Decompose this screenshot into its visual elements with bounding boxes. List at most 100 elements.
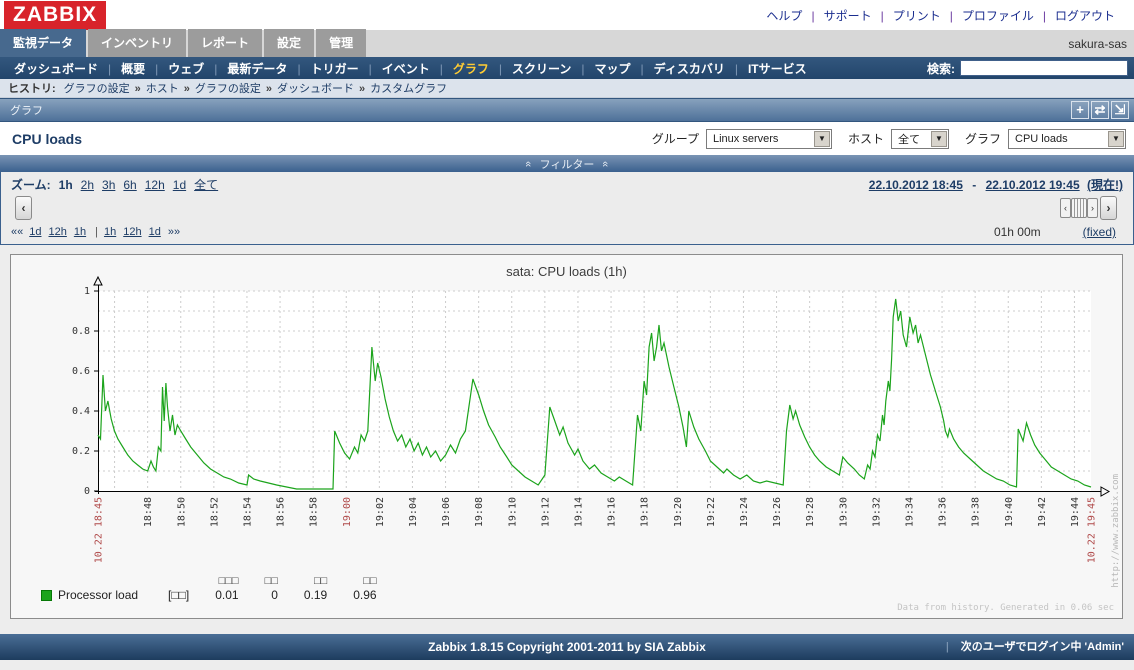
svg-text:0.4: 0.4 bbox=[72, 406, 90, 417]
page-title: CPU loads bbox=[0, 131, 82, 147]
time-span: 01h 00m bbox=[994, 225, 1041, 239]
history-label: ヒストリ: bbox=[8, 80, 56, 96]
breadcrumb-item-graph-config-1[interactable]: グラフの設定 bbox=[64, 80, 146, 96]
help-link[interactable]: ヘルプ bbox=[757, 7, 814, 24]
pipe-separator: | bbox=[95, 226, 98, 238]
cpu-load-graph[interactable]: 00.20.40.60.8110.22 18:4518:4818:5018:52… bbox=[11, 255, 1122, 618]
svg-text:18:58: 18:58 bbox=[309, 497, 320, 527]
fullscreen-icon[interactable]: ⇲ bbox=[1111, 101, 1129, 119]
generated-note: Data from history. Generated in 0.06 sec bbox=[897, 603, 1114, 613]
time-control-section: ズーム: 1h 2h 3h 6h 12h 1d 全て 22.10.2012 18… bbox=[0, 172, 1134, 245]
svg-text:19:14: 19:14 bbox=[573, 497, 584, 527]
legend-max-value: 0.96 bbox=[353, 588, 376, 602]
svg-text:18:50: 18:50 bbox=[176, 497, 187, 527]
tab-reports[interactable]: レポート bbox=[188, 29, 262, 57]
graph-select-value: CPU loads bbox=[1009, 133, 1074, 145]
svg-text:1: 1 bbox=[84, 286, 90, 297]
back-1h-link[interactable]: 1h bbox=[74, 226, 86, 238]
legend-min-column: □□ 0 bbox=[265, 575, 278, 602]
nav-item-overview[interactable]: 概要 bbox=[111, 60, 158, 77]
collapse-up-icon: « bbox=[599, 160, 611, 166]
breadcrumb-item-custom-graphs[interactable]: カスタムグラフ bbox=[370, 80, 447, 96]
svg-text:19:44: 19:44 bbox=[1070, 497, 1081, 527]
fwd-12h-link[interactable]: 12h bbox=[123, 226, 141, 238]
nav-item-triggers[interactable]: トリガー bbox=[301, 60, 372, 77]
nav-item-dashboard[interactable]: ダッシュボード bbox=[4, 60, 111, 77]
breadcrumb-item-graph-config-2[interactable]: グラフの設定 bbox=[195, 80, 277, 96]
svg-text:0.6: 0.6 bbox=[72, 366, 90, 377]
svg-text:19:00: 19:00 bbox=[342, 497, 353, 527]
date-from-link[interactable]: 22.10.2012 18:45 bbox=[869, 178, 963, 192]
breadcrumb-item-hosts[interactable]: ホスト bbox=[146, 80, 195, 96]
add-icon[interactable]: + bbox=[1071, 101, 1089, 119]
legend-max-column: □□ 0.96 bbox=[353, 575, 376, 602]
svg-text:19:18: 19:18 bbox=[640, 497, 651, 527]
zoom-current-1h[interactable]: 1h bbox=[59, 178, 73, 192]
svg-text:19:34: 19:34 bbox=[904, 497, 915, 527]
svg-text:19:08: 19:08 bbox=[474, 497, 485, 527]
svg-text:18:56: 18:56 bbox=[276, 497, 287, 527]
slider-right-handle[interactable]: › bbox=[1087, 198, 1098, 218]
zoom-link-12h[interactable]: 12h bbox=[145, 178, 165, 192]
date-to-link[interactable]: 22.10.2012 19:45 bbox=[986, 178, 1080, 192]
nav-item-screens[interactable]: スクリーン bbox=[502, 60, 585, 77]
zoom-link-3h[interactable]: 3h bbox=[102, 178, 115, 192]
filter-toggle-bar[interactable]: « フィルター « bbox=[0, 155, 1134, 172]
nav-item-maps[interactable]: マップ bbox=[585, 60, 644, 77]
slider-grip[interactable] bbox=[1071, 198, 1087, 218]
zoom-link-all[interactable]: 全て bbox=[194, 176, 218, 193]
time-slider[interactable]: ‹ › bbox=[1060, 198, 1098, 218]
tab-configuration[interactable]: 設定 bbox=[264, 29, 314, 57]
copyright-text: Zabbix 1.8.15 Copyright 2001-2011 by SIA… bbox=[428, 640, 706, 654]
tab-monitoring[interactable]: 監視データ bbox=[0, 29, 86, 57]
nav-item-graphs[interactable]: グラフ bbox=[443, 60, 502, 77]
group-select[interactable]: Linux servers ▼ bbox=[706, 129, 832, 149]
refresh-icon[interactable]: ⇄ bbox=[1091, 101, 1109, 119]
nav-item-latest-data[interactable]: 最新データ bbox=[217, 60, 300, 77]
svg-text:19:26: 19:26 bbox=[772, 497, 783, 527]
zoom-link-6h[interactable]: 6h bbox=[123, 178, 136, 192]
top-links: ヘルプ サポート プリント プロファイル ログアウト bbox=[757, 7, 1134, 24]
svg-text:19:10: 19:10 bbox=[507, 497, 518, 527]
login-note: 次のユーザでログイン中 'Admin' bbox=[946, 634, 1124, 660]
host-select[interactable]: 全て ▼ bbox=[891, 129, 949, 149]
zoom-link-2h[interactable]: 2h bbox=[81, 178, 94, 192]
zoom-link-1d[interactable]: 1d bbox=[173, 178, 186, 192]
back-12h-link[interactable]: 12h bbox=[49, 226, 67, 238]
breadcrumb-item-dashboard[interactable]: ダッシュボード bbox=[277, 80, 370, 96]
scroll-right-button[interactable]: › bbox=[1100, 196, 1117, 220]
logout-link[interactable]: ログアウト bbox=[1046, 7, 1124, 24]
svg-text:19:12: 19:12 bbox=[540, 497, 551, 527]
footer: Zabbix 1.8.15 Copyright 2001-2011 by SIA… bbox=[0, 634, 1134, 660]
nav-item-discovery[interactable]: ディスカバリ bbox=[644, 60, 738, 77]
scroll-left-button[interactable]: ‹ bbox=[15, 196, 32, 220]
fwd-arrows: »» bbox=[168, 226, 180, 238]
fixed-link[interactable]: (fixed) bbox=[1083, 225, 1116, 239]
graph-select[interactable]: CPU loads ▼ bbox=[1008, 129, 1126, 149]
svg-text:19:30: 19:30 bbox=[838, 497, 849, 527]
search-label: 検索: bbox=[927, 60, 955, 77]
legend-max-header: □□ bbox=[363, 575, 376, 587]
search-input[interactable] bbox=[960, 60, 1128, 76]
svg-text:19:04: 19:04 bbox=[408, 497, 419, 527]
svg-text:19:40: 19:40 bbox=[1004, 497, 1015, 527]
filter-label: フィルター bbox=[540, 156, 595, 172]
now-link[interactable]: (現在!) bbox=[1087, 178, 1123, 192]
nav-item-events[interactable]: イベント bbox=[372, 60, 443, 77]
tab-inventory[interactable]: インベントリ bbox=[88, 29, 186, 57]
chevron-down-icon: ▼ bbox=[1108, 131, 1124, 147]
nav-item-it-services[interactable]: ITサービス bbox=[738, 60, 817, 77]
profile-link[interactable]: プロファイル bbox=[953, 7, 1046, 24]
svg-text:19:22: 19:22 bbox=[706, 497, 717, 527]
back-1d-link[interactable]: 1d bbox=[29, 226, 41, 238]
nav-item-web[interactable]: ウェブ bbox=[158, 60, 217, 77]
tab-administration[interactable]: 管理 bbox=[316, 29, 366, 57]
slider-left-handle[interactable]: ‹ bbox=[1060, 198, 1071, 218]
fwd-1h-link[interactable]: 1h bbox=[104, 226, 116, 238]
date-range: 22.10.2012 18:45 - 22.10.2012 19:45 (現在!… bbox=[869, 176, 1123, 193]
period-links-row: «« 1d 12h 1h | 1h 12h 1d »» 01h 00m (fix… bbox=[1, 222, 1133, 244]
support-link[interactable]: サポート bbox=[815, 7, 884, 24]
fwd-1d-link[interactable]: 1d bbox=[149, 226, 161, 238]
search-box: 検索: bbox=[927, 60, 1134, 77]
print-link[interactable]: プリント bbox=[884, 7, 953, 24]
